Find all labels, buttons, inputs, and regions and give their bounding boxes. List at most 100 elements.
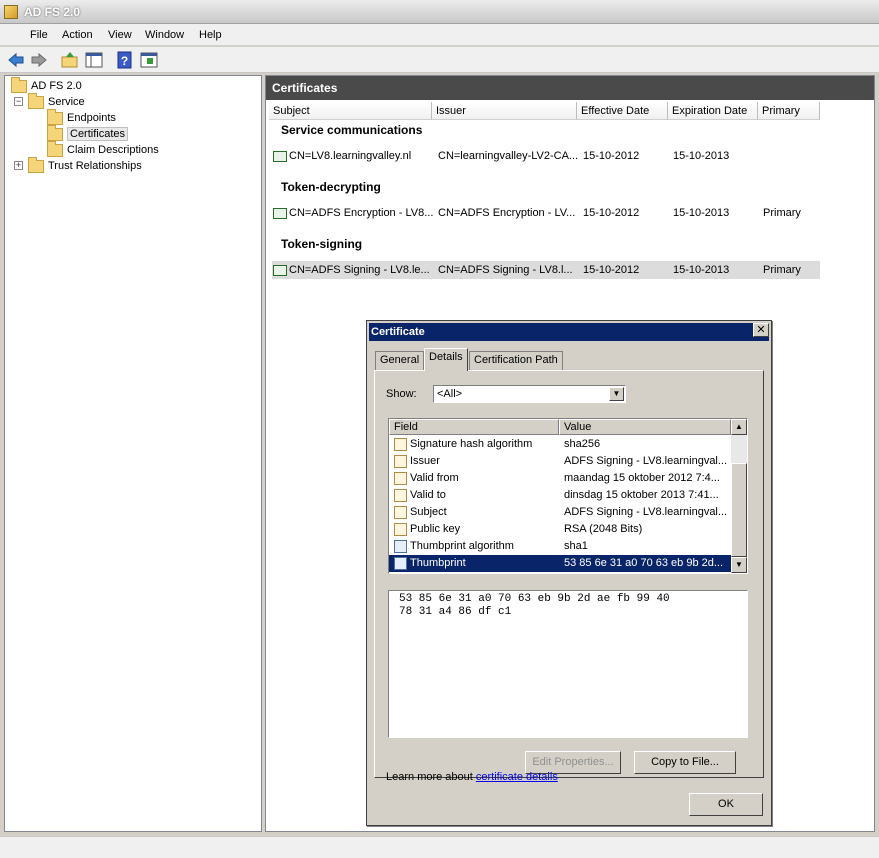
tree-label-endpoints: Endpoints	[67, 112, 116, 124]
tree-label-adfs: AD FS 2.0	[31, 80, 82, 92]
tab-details[interactable]: Details	[424, 348, 468, 371]
copy-to-file-button[interactable]: Copy to File...	[634, 751, 736, 774]
folder-icon	[47, 140, 63, 157]
scroll-down-icon[interactable]: ▼	[731, 557, 747, 573]
list-item[interactable]: Thumbprint 53 85 6e 31 a0 70 63 eb 9b 2d.…	[389, 555, 731, 572]
column-primary[interactable]: Primary	[758, 102, 820, 120]
tree-label-claims: Claim Descriptions	[67, 144, 159, 156]
cell-subject: CN=LV8.learningvalley.nl	[289, 150, 412, 162]
list-item[interactable]: Public key RSA (2048 Bits)	[389, 521, 731, 538]
adfs-app-icon	[4, 5, 18, 19]
field-value: ADFS Signing - LV8.learningval...	[564, 455, 728, 467]
field-value: 53 85 6e 31 a0 70 63 eb 9b 2d...	[564, 557, 724, 569]
list-item[interactable]: Thumbprint algorithm sha1	[389, 538, 731, 555]
tree-node-adfs[interactable]: AD FS 2.0	[11, 76, 82, 94]
field-value: sha256	[564, 438, 601, 450]
group-token-decrypting: Token-decrypting	[281, 180, 381, 194]
cell-issuer: CN=learningvalley-LV2-CA...	[438, 150, 578, 162]
show-select[interactable]: <All> ▼	[433, 385, 626, 403]
column-subject[interactable]: Subject	[269, 102, 432, 120]
ok-button[interactable]: OK	[689, 793, 763, 816]
cell-issuer: CN=ADFS Signing - LV8.l...	[438, 264, 573, 276]
close-icon[interactable]: ✕	[753, 323, 769, 337]
table-row[interactable]: CN=ADFS Encryption - LV8... CN=ADFS Encr…	[272, 204, 820, 222]
field-value: sha1	[564, 540, 588, 552]
column-expiration-date[interactable]: Expiration Date	[668, 102, 758, 120]
cell-issuer: CN=ADFS Encryption - LV...	[438, 207, 576, 219]
show-action-pane-icon[interactable]	[139, 50, 159, 70]
list-item[interactable]: Valid to dinsdag 15 oktober 2013 7:41...	[389, 487, 731, 504]
tree-label-trust: Trust Relationships	[48, 160, 142, 172]
cell-subject: CN=ADFS Encryption - LV8...	[289, 207, 433, 219]
tree-node-certificates[interactable]: Certificates	[47, 124, 129, 142]
back-arrow-icon[interactable]	[6, 50, 26, 70]
toolbar: ?	[0, 47, 879, 73]
tab-certification-path[interactable]: Certification Path	[469, 351, 563, 370]
field-name: Public key	[410, 523, 461, 535]
cell-primary: Primary	[763, 207, 801, 219]
up-folder-icon[interactable]	[60, 50, 80, 70]
certificate-field-icon	[394, 506, 407, 519]
help-icon[interactable]: ?	[115, 50, 135, 70]
certificate-details-link[interactable]: certificate details	[476, 771, 558, 783]
column-effective-date[interactable]: Effective Date	[577, 102, 668, 120]
tree-node-claim-descriptions[interactable]: Claim Descriptions	[47, 140, 159, 158]
pane-title: Certificates	[266, 76, 874, 100]
show-select-value: <All>	[437, 388, 463, 400]
tree-label-certificates: Certificates	[67, 127, 129, 141]
field-name: Valid to	[410, 489, 446, 501]
tree-node-endpoints[interactable]: Endpoints	[47, 108, 116, 126]
scroll-thumb[interactable]	[731, 463, 747, 557]
tree-label-service: Service	[48, 96, 85, 108]
menu-action[interactable]: Action	[62, 29, 93, 41]
tree-node-trust-relationships[interactable]: Trust Relationships	[28, 156, 142, 174]
list-header-field[interactable]: Field	[389, 419, 559, 435]
certificate-icon	[273, 264, 287, 276]
fields-list[interactable]: Field Value Signature hash algorithm sha2…	[388, 418, 748, 574]
certificate-field-icon	[394, 523, 407, 536]
menu-window[interactable]: Window	[145, 29, 184, 41]
menu-file[interactable]: File	[30, 29, 48, 41]
list-item[interactable]: Valid from maandag 15 oktober 2012 7:4...	[389, 470, 731, 487]
collapse-service-icon[interactable]: −	[14, 97, 23, 106]
field-name: Issuer	[410, 455, 440, 467]
menu-bar: File Action View Window Help	[0, 24, 879, 46]
tab-general[interactable]: General	[375, 351, 425, 370]
folder-icon	[28, 92, 44, 109]
certificate-field-icon	[394, 557, 407, 570]
cell-expiration: 15-10-2013	[673, 150, 730, 162]
folder-icon	[28, 156, 44, 173]
menu-view[interactable]: View	[108, 29, 132, 41]
cell-effective: 15-10-2012	[583, 264, 640, 276]
folder-icon	[47, 108, 63, 125]
table-row[interactable]: CN=ADFS Signing - LV8.le... CN=ADFS Sign…	[272, 261, 820, 279]
learn-more-text: Learn more about certificate details	[386, 771, 558, 783]
certificate-field-icon	[394, 489, 407, 502]
fields-scrollbar[interactable]: ▲ ▼	[731, 419, 747, 573]
field-value: dinsdag 15 oktober 2013 7:41...	[564, 489, 719, 501]
folder-icon	[47, 124, 63, 141]
list-item[interactable]: Signature hash algorithm sha256	[389, 436, 731, 453]
certificate-field-icon	[394, 455, 407, 468]
list-header-value[interactable]: Value	[559, 419, 731, 435]
certificate-icon	[273, 150, 287, 162]
column-issuer[interactable]: Issuer	[432, 102, 577, 120]
field-value-textbox[interactable]: 53 85 6e 31 a0 70 63 eb 9b 2d ae fb 99 4…	[388, 590, 748, 738]
svg-text:?: ?	[121, 54, 128, 68]
cell-expiration: 15-10-2013	[673, 264, 730, 276]
field-value: RSA (2048 Bits)	[564, 523, 643, 535]
field-name: Thumbprint	[410, 557, 466, 569]
tree-node-service[interactable]: Service	[28, 92, 85, 110]
list-item[interactable]: Subject ADFS Signing - LV8.learningval...	[389, 504, 731, 521]
expand-trust-icon[interactable]: +	[14, 161, 23, 170]
certificate-icon	[273, 207, 287, 219]
forward-arrow-icon[interactable]	[29, 50, 49, 70]
certificate-field-icon	[394, 540, 407, 553]
scroll-up-icon[interactable]: ▲	[731, 419, 747, 435]
menu-help[interactable]: Help	[199, 29, 222, 41]
show-label: Show:	[386, 388, 417, 400]
chevron-down-icon[interactable]: ▼	[609, 387, 624, 401]
list-item[interactable]: Issuer ADFS Signing - LV8.learningval...	[389, 453, 731, 470]
table-row[interactable]: CN=LV8.learningvalley.nl CN=learningvall…	[272, 147, 820, 165]
show-hide-console-tree-icon[interactable]	[84, 50, 104, 70]
